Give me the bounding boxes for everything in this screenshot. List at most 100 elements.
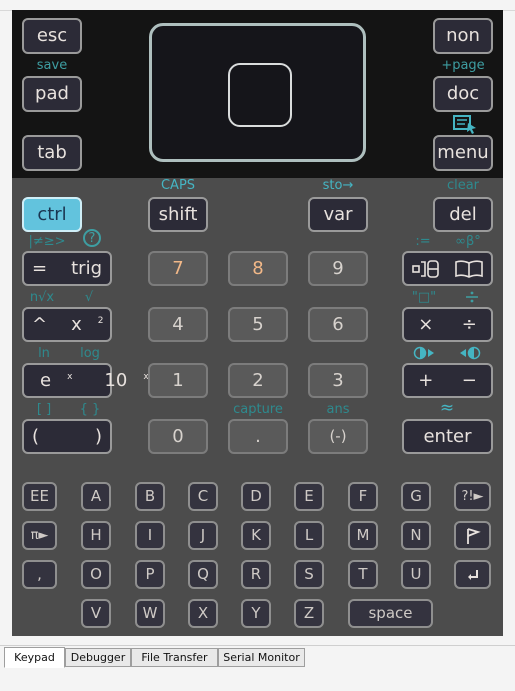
num-key-1[interactable]: 1 (148, 363, 208, 398)
tab-keypad[interactable]: Keypad (4, 647, 65, 668)
sqrt-label: √ (84, 290, 94, 305)
approx-label: ≈ (439, 398, 455, 418)
enter-key[interactable]: enter (402, 419, 493, 454)
caps-label: CAPS (160, 178, 196, 193)
times-key-label: × (418, 313, 434, 335)
letter-key-g[interactable]: G (401, 482, 431, 511)
return-icon (465, 568, 481, 582)
num-key-6[interactable]: 6 (308, 307, 368, 342)
return-key[interactable] (454, 560, 491, 589)
letter-key-q[interactable]: Q (188, 560, 218, 589)
letter-key-w[interactable]: W (135, 599, 165, 628)
exp-key-label: ex (40, 369, 73, 391)
shift-key-label: shift (158, 203, 198, 225)
tab-serial-monitor[interactable]: Serial Monitor (218, 648, 305, 667)
num-key-9[interactable]: 9 (308, 251, 368, 286)
ans-label: ans (326, 402, 350, 417)
tab-debugger[interactable]: Debugger (65, 648, 131, 667)
letter-key-e[interactable]: E (294, 482, 324, 511)
letter-key-l[interactable]: L (294, 521, 324, 550)
bottom-tab-bar: Keypad Debugger File Transfer Serial Mon… (0, 645, 515, 691)
catalog-book-icon (454, 259, 484, 279)
letter-key-d[interactable]: D (241, 482, 271, 511)
multiply-divide-key[interactable]: × ÷ (402, 307, 493, 342)
plus-minus-key[interactable]: + − (402, 363, 493, 398)
del-key-label: del (449, 203, 477, 225)
tab-file-transfer[interactable]: File Transfer (131, 648, 218, 667)
on-key[interactable]: non (433, 18, 493, 54)
letter-key-f[interactable]: F (348, 482, 378, 511)
touchpad[interactable] (228, 63, 292, 127)
assign-label: := (415, 234, 431, 249)
num-key-3[interactable]: 3 (308, 363, 368, 398)
on-key-label: non (446, 25, 480, 46)
flag-key[interactable] (454, 521, 491, 550)
decimal-key[interactable]: . (228, 419, 288, 454)
calculator-keypad: esc save pad tab non +page doc menu CAPS… (12, 10, 503, 636)
letter-key-r[interactable]: R (241, 560, 271, 589)
ee-key[interactable]: EE (22, 482, 57, 511)
letter-key-u[interactable]: U (401, 560, 431, 589)
menu-key-label: menu (437, 142, 489, 163)
power-square-key[interactable]: ^ x2 (22, 307, 112, 342)
plus-key-label: + (418, 369, 434, 391)
letter-key-v[interactable]: V (81, 599, 111, 628)
enter-key-label: enter (423, 425, 472, 447)
esc-key[interactable]: esc (22, 18, 82, 54)
doc-key[interactable]: doc (433, 76, 493, 112)
num-key-5[interactable]: 5 (228, 307, 288, 342)
letter-key-x[interactable]: X (188, 599, 218, 628)
ctrl-key[interactable]: ctrl (22, 197, 82, 232)
right-contrast-icon (458, 346, 482, 360)
help-icon: ? (83, 229, 101, 247)
exp-tenpow-key[interactable]: ex 10 x (22, 363, 149, 398)
letter-key-b[interactable]: B (135, 482, 165, 511)
log-label: log (80, 346, 100, 361)
doc-cursor-icon (452, 114, 478, 134)
templates-catalog-key[interactable] (402, 251, 493, 286)
letter-key-y[interactable]: Y (241, 599, 271, 628)
space-key[interactable]: space (348, 599, 433, 628)
screen-area[interactable] (149, 23, 366, 162)
letter-key-o[interactable]: O (81, 560, 111, 589)
esc-key-label: esc (36, 25, 68, 46)
save-label: save (36, 58, 68, 73)
letter-key-t[interactable]: T (348, 560, 378, 589)
letter-key-m[interactable]: M (348, 521, 378, 550)
letter-key-n[interactable]: N (401, 521, 431, 550)
num-key-7[interactable]: 7 (148, 251, 208, 286)
eq-trig-key[interactable]: = trig (22, 251, 112, 286)
letter-key-s[interactable]: S (294, 560, 324, 589)
letter-key-z[interactable]: Z (294, 599, 324, 628)
letter-key-a[interactable]: A (81, 482, 111, 511)
pad-key-label: pad (35, 83, 69, 104)
tab-key[interactable]: tab (22, 135, 82, 171)
num-key-4[interactable]: 4 (148, 307, 208, 342)
letter-key-j[interactable]: J (188, 521, 218, 550)
comma-key[interactable]: , (22, 560, 57, 589)
shift-key[interactable]: shift (148, 197, 208, 232)
ctrl-key-label: ctrl (37, 203, 67, 225)
letter-key-c[interactable]: C (188, 482, 218, 511)
num-key-8[interactable]: 8 (228, 251, 288, 286)
letter-key-h[interactable]: H (81, 521, 111, 550)
pi-key[interactable]: π► (22, 521, 57, 550)
pad-key[interactable]: pad (22, 76, 82, 112)
brackets-label: [ ] (36, 402, 52, 417)
letter-key-p[interactable]: P (135, 560, 165, 589)
letter-key-i[interactable]: I (135, 521, 165, 550)
relations-label: |≠≥> (28, 234, 66, 249)
punctuation-key[interactable]: ?!► (454, 482, 491, 511)
var-key-label: var (323, 203, 353, 225)
nroot-label: n√x (29, 290, 55, 305)
menu-key[interactable]: menu (433, 135, 493, 171)
paren-key[interactable]: ( ) (22, 419, 112, 454)
letter-key-k[interactable]: K (241, 521, 271, 550)
var-key[interactable]: var (308, 197, 368, 232)
tab-key-label: tab (37, 142, 67, 163)
negative-key[interactable]: (-) (308, 419, 368, 454)
del-key[interactable]: del (433, 197, 493, 232)
divide-key-label: ÷ (461, 313, 477, 335)
num-key-0[interactable]: 0 (148, 419, 208, 454)
num-key-2[interactable]: 2 (228, 363, 288, 398)
